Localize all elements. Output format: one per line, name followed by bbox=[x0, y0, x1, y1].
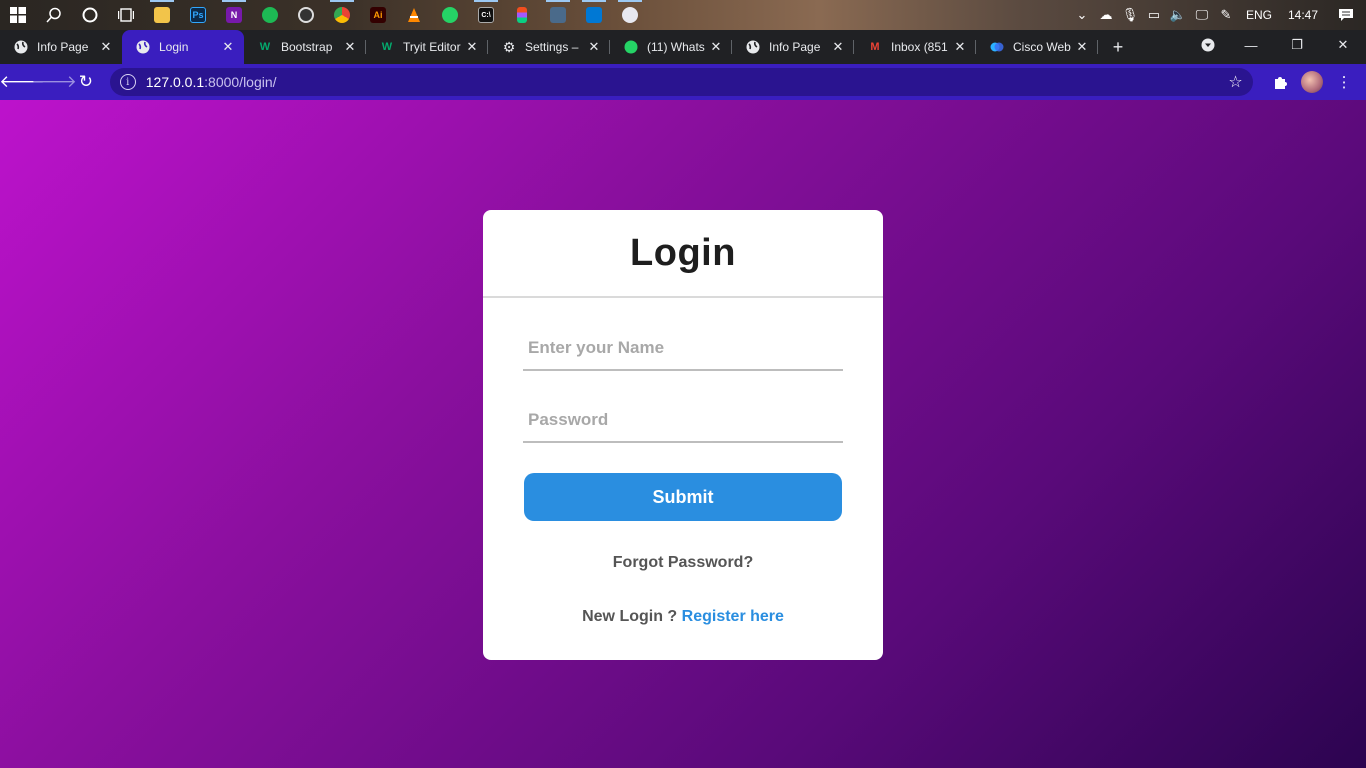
login-title: Login bbox=[483, 210, 883, 298]
bookmark-star-icon[interactable]: ☆ bbox=[1228, 72, 1242, 92]
close-icon[interactable]: ✕ bbox=[830, 39, 846, 55]
browser-tab-strip: Info Page ✕ Login ✕ W Bootstrap ✕ W Tryi… bbox=[0, 30, 1366, 64]
w3schools-icon: W bbox=[259, 41, 271, 53]
info-icon[interactable]: i bbox=[119, 74, 136, 90]
chrome-icon[interactable] bbox=[324, 0, 360, 30]
tab-title: Info Page bbox=[769, 40, 821, 54]
page-background: Login Submit Forgot Password? New Login … bbox=[0, 100, 1366, 768]
tab-gmail-inbox[interactable]: M Inbox (851 ✕ bbox=[854, 30, 976, 64]
url-host: 127.0.0.1 bbox=[145, 74, 205, 90]
forgot-password-link[interactable]: Forgot Password? bbox=[483, 554, 883, 572]
tab-title: Inbox (851 bbox=[891, 40, 948, 54]
tab-title: Info Page bbox=[37, 40, 89, 54]
close-icon[interactable]: ✕ bbox=[708, 39, 724, 55]
register-link[interactable]: Register here bbox=[682, 608, 784, 625]
new-tab-plus-icon[interactable]: + bbox=[1098, 30, 1138, 64]
new-login-text: New Login ? bbox=[582, 608, 682, 625]
task-view-icon[interactable] bbox=[108, 0, 144, 30]
vscode-icon[interactable] bbox=[576, 0, 612, 30]
tab-title: Cisco Web bbox=[1013, 40, 1071, 54]
globe-icon bbox=[14, 40, 28, 54]
tab-info-page[interactable]: Info Page ✕ bbox=[0, 30, 122, 64]
tab-bootstrap[interactable]: W Bootstrap ✕ bbox=[244, 30, 366, 64]
file-explorer-icon[interactable] bbox=[144, 0, 180, 30]
minimize-icon[interactable]: — bbox=[1228, 30, 1274, 60]
reload-icon[interactable]: ↻ bbox=[70, 66, 102, 98]
pen-icon[interactable]: ✎ bbox=[1214, 0, 1238, 30]
close-window-icon[interactable]: ✕ bbox=[1320, 30, 1366, 60]
forward-arrow-icon[interactable]: 🡒 bbox=[31, 66, 77, 98]
password-field bbox=[523, 399, 843, 443]
w3schools-icon: W bbox=[381, 41, 393, 53]
close-icon[interactable]: ✕ bbox=[952, 39, 968, 55]
close-icon[interactable]: ✕ bbox=[220, 39, 236, 55]
illustrator-icon[interactable]: Ai bbox=[360, 0, 396, 30]
profile-avatar[interactable] bbox=[1297, 66, 1329, 98]
paint-icon[interactable] bbox=[612, 0, 648, 30]
microphone-icon[interactable]: 🎙 bbox=[1118, 0, 1142, 30]
close-icon[interactable]: ✕ bbox=[342, 39, 358, 55]
tab-cisco-webex[interactable]: Cisco Web ✕ bbox=[976, 30, 1098, 64]
clock[interactable]: 14:47 bbox=[1280, 8, 1326, 22]
terminal-icon[interactable]: C:\ bbox=[468, 0, 504, 30]
windows-start-icon[interactable] bbox=[0, 0, 36, 30]
notifications-icon[interactable] bbox=[1326, 0, 1366, 30]
onenote-icon[interactable]: N bbox=[216, 0, 252, 30]
close-icon[interactable]: ✕ bbox=[464, 39, 480, 55]
tab-info-page-2[interactable]: Info Page ✕ bbox=[732, 30, 854, 64]
tab-title: Tryit Editor bbox=[403, 40, 461, 54]
webex-icon bbox=[990, 40, 1004, 54]
tab-title: (11) Whats bbox=[647, 40, 705, 54]
tab-login[interactable]: Login ✕ bbox=[122, 30, 244, 64]
cortana-icon[interactable] bbox=[72, 0, 108, 30]
browser-toolbar: 🡐 🡒 ↻ i 127.0.0.1:8000/login/ ☆ ⋮ bbox=[0, 64, 1366, 100]
close-icon[interactable]: ✕ bbox=[586, 39, 602, 55]
name-input[interactable] bbox=[523, 327, 843, 369]
gear-icon: ⚙ bbox=[502, 38, 516, 55]
extensions-puzzle-icon[interactable] bbox=[1265, 66, 1297, 98]
tab-title: Bootstrap bbox=[281, 40, 333, 54]
tab-title: Settings – bbox=[525, 40, 579, 54]
close-icon[interactable]: ✕ bbox=[1074, 39, 1090, 55]
search-icon[interactable] bbox=[36, 0, 72, 30]
vlc-icon[interactable] bbox=[396, 0, 432, 30]
tab-tryit-editor[interactable]: W Tryit Editor ✕ bbox=[366, 30, 488, 64]
onedrive-icon[interactable]: ☁ bbox=[1094, 0, 1118, 30]
spotify-icon[interactable] bbox=[252, 0, 288, 30]
url-path: :8000/login/ bbox=[204, 74, 277, 90]
tab-search-icon[interactable] bbox=[1188, 30, 1228, 60]
name-field bbox=[523, 327, 843, 371]
volume-icon[interactable]: 🔈 bbox=[1166, 0, 1190, 30]
globe-icon bbox=[746, 40, 760, 54]
photoshop-icon[interactable]: Ps bbox=[180, 0, 216, 30]
app-bird-icon[interactable] bbox=[540, 0, 576, 30]
chevron-up-icon[interactable]: ⌄ bbox=[1070, 0, 1094, 30]
whatsapp-icon bbox=[624, 40, 638, 54]
globe-icon bbox=[136, 40, 150, 54]
tab-title: Login bbox=[159, 40, 189, 54]
language-indicator[interactable]: ENG bbox=[1238, 8, 1280, 22]
address-bar[interactable]: i 127.0.0.1:8000/login/ ☆ bbox=[109, 68, 1253, 96]
login-card: Login Submit Forgot Password? New Login … bbox=[483, 210, 883, 660]
submit-button[interactable]: Submit bbox=[524, 473, 842, 521]
obs-icon[interactable] bbox=[288, 0, 324, 30]
battery-icon[interactable]: ▭ bbox=[1142, 0, 1166, 30]
menu-kebab-icon[interactable]: ⋮ bbox=[1328, 66, 1360, 98]
windows-taskbar: Ps N Ai C:\ ⌄ ☁ 🎙 ▭ 🔈 🖵 ✎ ENG 14:47 bbox=[0, 0, 1366, 30]
tab-whatsapp[interactable]: (11) Whats ✕ bbox=[610, 30, 732, 64]
password-input[interactable] bbox=[523, 399, 843, 441]
restore-icon[interactable]: ❐ bbox=[1274, 30, 1320, 60]
tab-settings[interactable]: ⚙ Settings – ✕ bbox=[488, 30, 610, 64]
network-icon[interactable]: 🖵 bbox=[1190, 0, 1214, 30]
close-icon[interactable]: ✕ bbox=[98, 39, 114, 55]
whatsapp-icon[interactable] bbox=[432, 0, 468, 30]
gmail-icon: M bbox=[870, 41, 880, 53]
figma-icon[interactable] bbox=[504, 0, 540, 30]
register-line: New Login ? Register here bbox=[483, 608, 883, 626]
